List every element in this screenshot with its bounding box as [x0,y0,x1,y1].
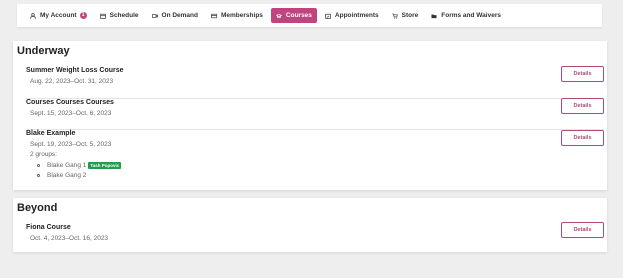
course-dates: Aug. 22, 2023–Oct. 31, 2023 [30,78,114,85]
beyond-section: Beyond Fiona Course Oct. 4, 2023–Oct. 16… [13,198,607,252]
details-button[interactable]: Details [561,66,604,82]
nav-label: Courses [285,12,312,19]
section-title: Underway [17,45,70,57]
underway-section: Underway Summer Weight Loss Course Aug. … [13,41,607,190]
nav-schedule[interactable]: Schedule [95,8,144,23]
calendar-icon [99,13,106,19]
course-row: Blake Example Sept. 19, 2023–Oct. 5, 202… [26,130,604,188]
main-nav: My Account 1 Schedule On Demand Membersh… [17,4,602,27]
group-name: Blake Gang 2 [47,172,87,179]
group-name: Blake Gang 1 [47,162,87,169]
nav-label: On Demand [161,12,198,19]
instructor-tag: Tash Popovic [88,162,122,169]
appointment-icon [325,13,331,19]
folder-icon [431,14,437,18]
course-title: Summer Weight Loss Course [26,67,124,74]
nav-appointments[interactable]: Appointments [320,8,384,23]
group-item: Blake Gang 2 [37,172,86,179]
nav-on-demand[interactable]: On Demand [147,8,203,23]
notification-badge: 1 [79,12,87,19]
bullet-icon [37,174,40,177]
nav-courses[interactable]: Courses [270,8,317,23]
nav-memberships[interactable]: Memberships [206,8,268,23]
card-icon [211,13,217,18]
course-dates: Sept. 15, 2023–Oct. 6, 2023 [30,110,112,117]
course-title: Blake Example [26,130,76,137]
nav-label: Store [401,12,419,19]
course-row: Fiona Course Oct. 4, 2023–Oct. 16, 2023 … [26,222,604,250]
nav-label: Forms and Waivers [441,12,501,19]
groups-label: 2 groups: [30,151,58,158]
group-item: Blake Gang 1 Tash Popovic [37,162,122,169]
nav-my-account[interactable]: My Account 1 [25,8,92,23]
nav-label: Appointments [334,12,379,19]
cart-icon [391,13,398,19]
nav-label: Schedule [109,12,139,19]
nav-label: My Account [40,12,77,19]
course-row: Summer Weight Loss Course Aug. 22, 2023–… [26,66,604,99]
details-button[interactable]: Details [561,98,604,114]
section-title: Beyond [17,202,58,214]
nav-forms-waivers[interactable]: Forms and Waivers [426,8,506,23]
course-dates: Oct. 4, 2023–Oct. 16, 2023 [30,235,109,242]
course-dates: Sept. 19, 2023–Oct. 5, 2023 [30,141,112,148]
courses-icon [275,13,282,18]
nav-label: Memberships [221,12,263,19]
course-title: Fiona Course [26,224,71,231]
nav-store[interactable]: Store [387,8,424,23]
course-title: Courses Courses Courses [26,99,114,106]
details-button[interactable]: Details [561,222,604,238]
details-button[interactable]: Details [561,130,604,146]
user-icon [30,12,36,19]
bullet-icon [37,164,40,167]
course-row: Courses Courses Courses Sept. 15, 2023–O… [26,98,604,130]
video-icon [151,13,158,18]
